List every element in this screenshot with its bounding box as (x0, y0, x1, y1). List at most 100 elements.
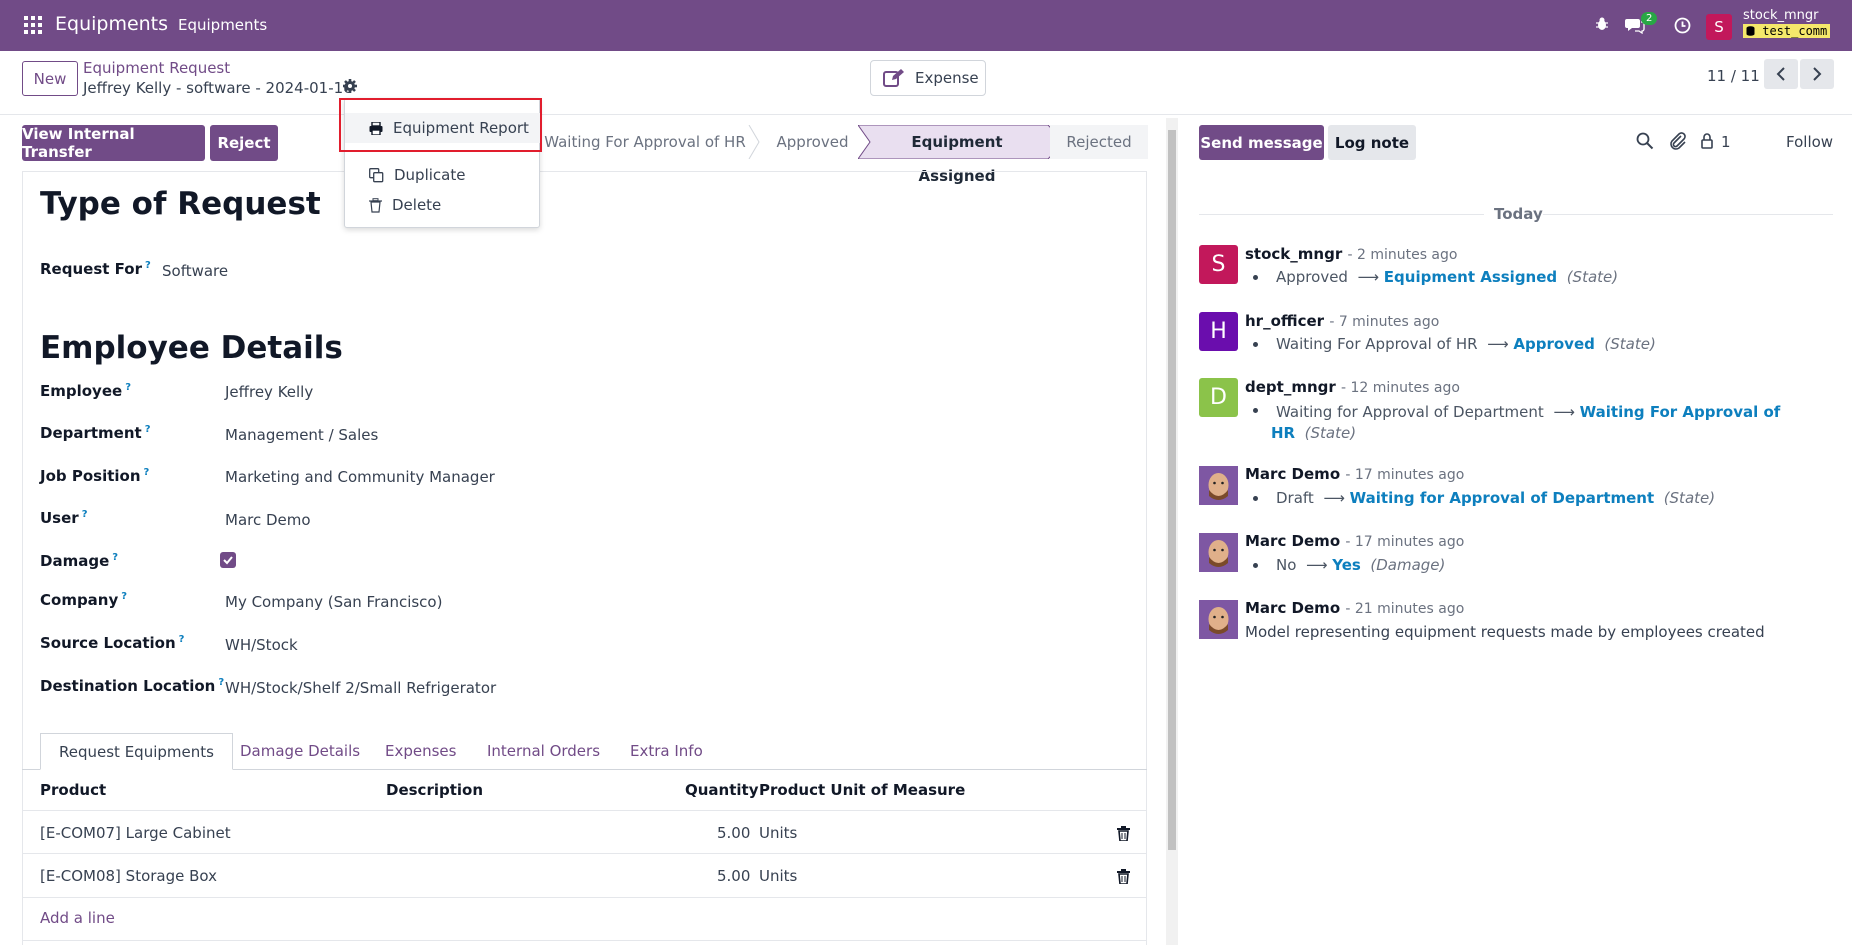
value-department[interactable]: Management / Sales (225, 426, 378, 444)
label-damage: Damage? (40, 552, 119, 570)
followers-count[interactable]: 1 (1721, 133, 1731, 151)
paperclip-icon[interactable] (1669, 132, 1687, 150)
message-bullet (1253, 408, 1258, 413)
expense-smart-button[interactable]: Expense (870, 60, 986, 96)
value-employee[interactable]: Jeffrey Kelly (225, 383, 313, 401)
row-1-uom[interactable]: Units (759, 824, 797, 842)
app-brand[interactable]: Equipments (55, 13, 168, 35)
database-icon (1746, 26, 1755, 36)
value-destination-location[interactable]: WH/Stock/Shelf 2/Small Refrigerator (225, 679, 496, 697)
label-source-location: Source Location? (40, 634, 185, 652)
top-navbar: Equipments Equipments 2 S stock_mngr tes… (0, 0, 1852, 51)
tab-expenses[interactable]: Expenses (367, 733, 474, 770)
add-a-line-link[interactable]: Add a line (40, 909, 115, 927)
value-source-location[interactable]: WH/Stock (225, 636, 298, 654)
label-company: Company? (40, 591, 128, 609)
message-bullet (1253, 342, 1258, 347)
nav-menu-equipments[interactable]: Equipments (178, 16, 267, 34)
label-employee: Employee? (40, 382, 131, 400)
send-message-button[interactable]: Send message (1199, 125, 1324, 160)
database-name-text: test_comm (1762, 24, 1828, 38)
user-avatar[interactable]: S (1706, 14, 1732, 40)
today-divider (1199, 214, 1484, 215)
message-author: stock_mngr - 2 minutes ago (1245, 245, 1458, 263)
message-avatar-marc[interactable] (1199, 600, 1238, 639)
pager-value[interactable]: 11 / 11 (1707, 67, 1760, 85)
view-internal-transfer-button[interactable]: View Internal Transfer (22, 125, 205, 161)
message-avatar[interactable]: S (1199, 245, 1238, 284)
today-divider (1543, 214, 1833, 215)
stage-waiting-hr[interactable]: Waiting For Approval of HR (540, 125, 750, 159)
followers-icon[interactable] (1700, 132, 1714, 150)
breadcrumb-current: Jeffrey Kelly - software - 2024-01-16 (83, 79, 353, 97)
pager-next-button[interactable] (1800, 59, 1834, 89)
apps-menu-icon[interactable] (24, 16, 42, 34)
tab-damage-details[interactable]: Damage Details (222, 733, 378, 770)
stage-rejected[interactable]: Rejected (1050, 125, 1148, 159)
today-label: Today (1494, 205, 1543, 223)
row-1-delete-icon[interactable] (1117, 826, 1130, 841)
user-name[interactable]: stock_mngr (1743, 8, 1819, 23)
message-tracking: Waiting For Approval of HR ⟶ Approved (S… (1276, 335, 1656, 353)
row-2-quantity[interactable]: 5.00 (717, 867, 750, 885)
message-tracking: No ⟶ Yes (Damage) (1276, 556, 1446, 574)
menu-item-label: Delete (392, 196, 442, 214)
message-avatar[interactable]: D (1199, 378, 1238, 417)
label-user: User? (40, 509, 88, 527)
column-header-description[interactable]: Description (386, 781, 483, 799)
new-button[interactable]: New (22, 61, 78, 96)
row-2-delete-icon[interactable] (1117, 869, 1130, 884)
stage-approved[interactable]: Approved (760, 125, 865, 159)
tab-extra-info[interactable]: Extra Info (612, 733, 721, 770)
breadcrumb-parent[interactable]: Equipment Request (83, 59, 230, 77)
message-bullet (1253, 275, 1258, 280)
tab-request-equipments[interactable]: Request Equipments (40, 733, 233, 770)
column-header-product[interactable]: Product (40, 781, 106, 799)
pager-previous-button[interactable] (1764, 59, 1798, 89)
value-user[interactable]: Marc Demo (225, 511, 311, 529)
label-request-for: Request For? (40, 260, 151, 278)
expense-label: Expense (915, 69, 979, 87)
menu-item-delete[interactable]: Delete (345, 190, 541, 220)
value-job-position[interactable]: Marketing and Community Manager (225, 468, 495, 486)
row-2-product[interactable]: [E-COM08] Storage Box (40, 867, 217, 885)
row-1-product[interactable]: [E-COM07] Large Cabinet (40, 824, 231, 842)
message-author: Marc Demo - 17 minutes ago (1245, 465, 1465, 483)
message-avatar[interactable]: H (1199, 312, 1238, 351)
menu-item-duplicate[interactable]: Duplicate (345, 160, 541, 190)
message-tracking: Approved ⟶ Equipment Assigned (State) (1276, 268, 1619, 286)
log-note-button[interactable]: Log note (1328, 125, 1416, 160)
value-request-for[interactable]: Software (162, 262, 228, 280)
message-author: Marc Demo - 21 minutes ago (1245, 599, 1465, 617)
label-department: Department? (40, 424, 151, 442)
form-scrollbar-thumb[interactable] (1168, 130, 1176, 850)
message-avatar-marc[interactable] (1199, 466, 1238, 505)
column-header-uom[interactable]: Product Unit of Measure (759, 781, 965, 799)
section-title-employee-details: Employee Details (40, 330, 343, 366)
damage-checkbox[interactable] (220, 552, 236, 568)
control-panel-divider (0, 114, 1852, 115)
gear-icon[interactable] (342, 78, 358, 94)
message-avatar-marc[interactable] (1199, 533, 1238, 572)
search-icon[interactable] (1636, 132, 1654, 150)
avatar-portrait-icon (1199, 533, 1238, 572)
bug-icon[interactable] (1594, 16, 1610, 32)
stage-equipment-assigned[interactable]: Equipment Assigned (872, 125, 1042, 185)
message-tracking: Waiting for Approval of Department ⟶ Wai… (1276, 403, 1781, 421)
follow-button[interactable]: Follow (1786, 133, 1833, 151)
column-header-quantity[interactable]: Quantity (685, 781, 759, 799)
copy-icon (369, 167, 384, 182)
avatar-portrait-icon (1199, 600, 1238, 639)
reject-button[interactable]: Reject (210, 125, 278, 161)
tab-internal-orders[interactable]: Internal Orders (469, 733, 618, 770)
avatar-portrait-icon (1199, 466, 1238, 505)
chevron-right-icon (1813, 67, 1822, 81)
activity-clock-icon[interactable] (1674, 17, 1691, 34)
checkmark-icon (223, 556, 233, 565)
messages-badge: 2 (1641, 12, 1658, 25)
row-1-quantity[interactable]: 5.00 (717, 824, 750, 842)
value-company[interactable]: My Company (San Francisco) (225, 593, 442, 611)
message-tracking-wrap: HR (State) (1271, 424, 1357, 442)
database-name: test_comm (1743, 24, 1831, 38)
row-2-uom[interactable]: Units (759, 867, 797, 885)
